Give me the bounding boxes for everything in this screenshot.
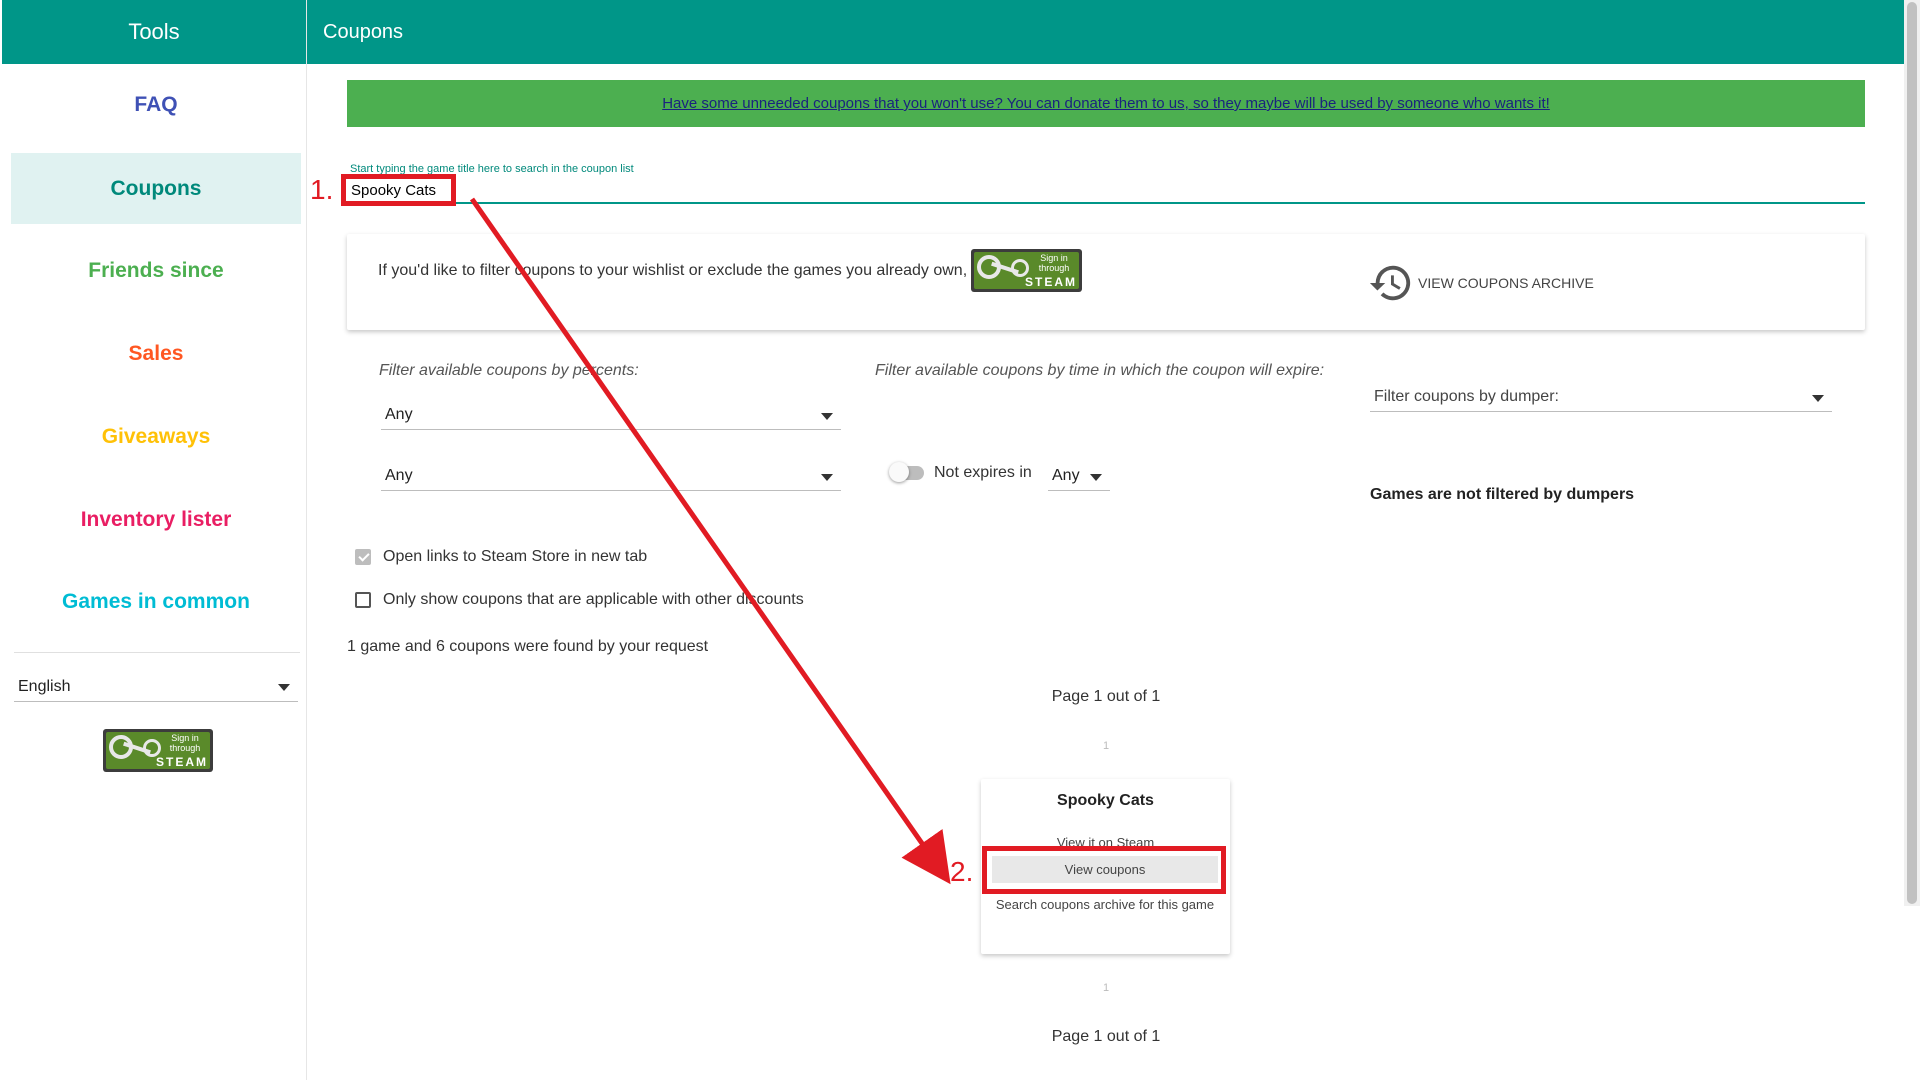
annotation-arrow xyxy=(469,197,951,885)
annotation-box-view-coupons xyxy=(982,846,1226,894)
annotation-step-1: 1. xyxy=(310,174,334,205)
annotation-box-search xyxy=(341,174,456,206)
annotation-step-2: 2. xyxy=(950,856,974,887)
